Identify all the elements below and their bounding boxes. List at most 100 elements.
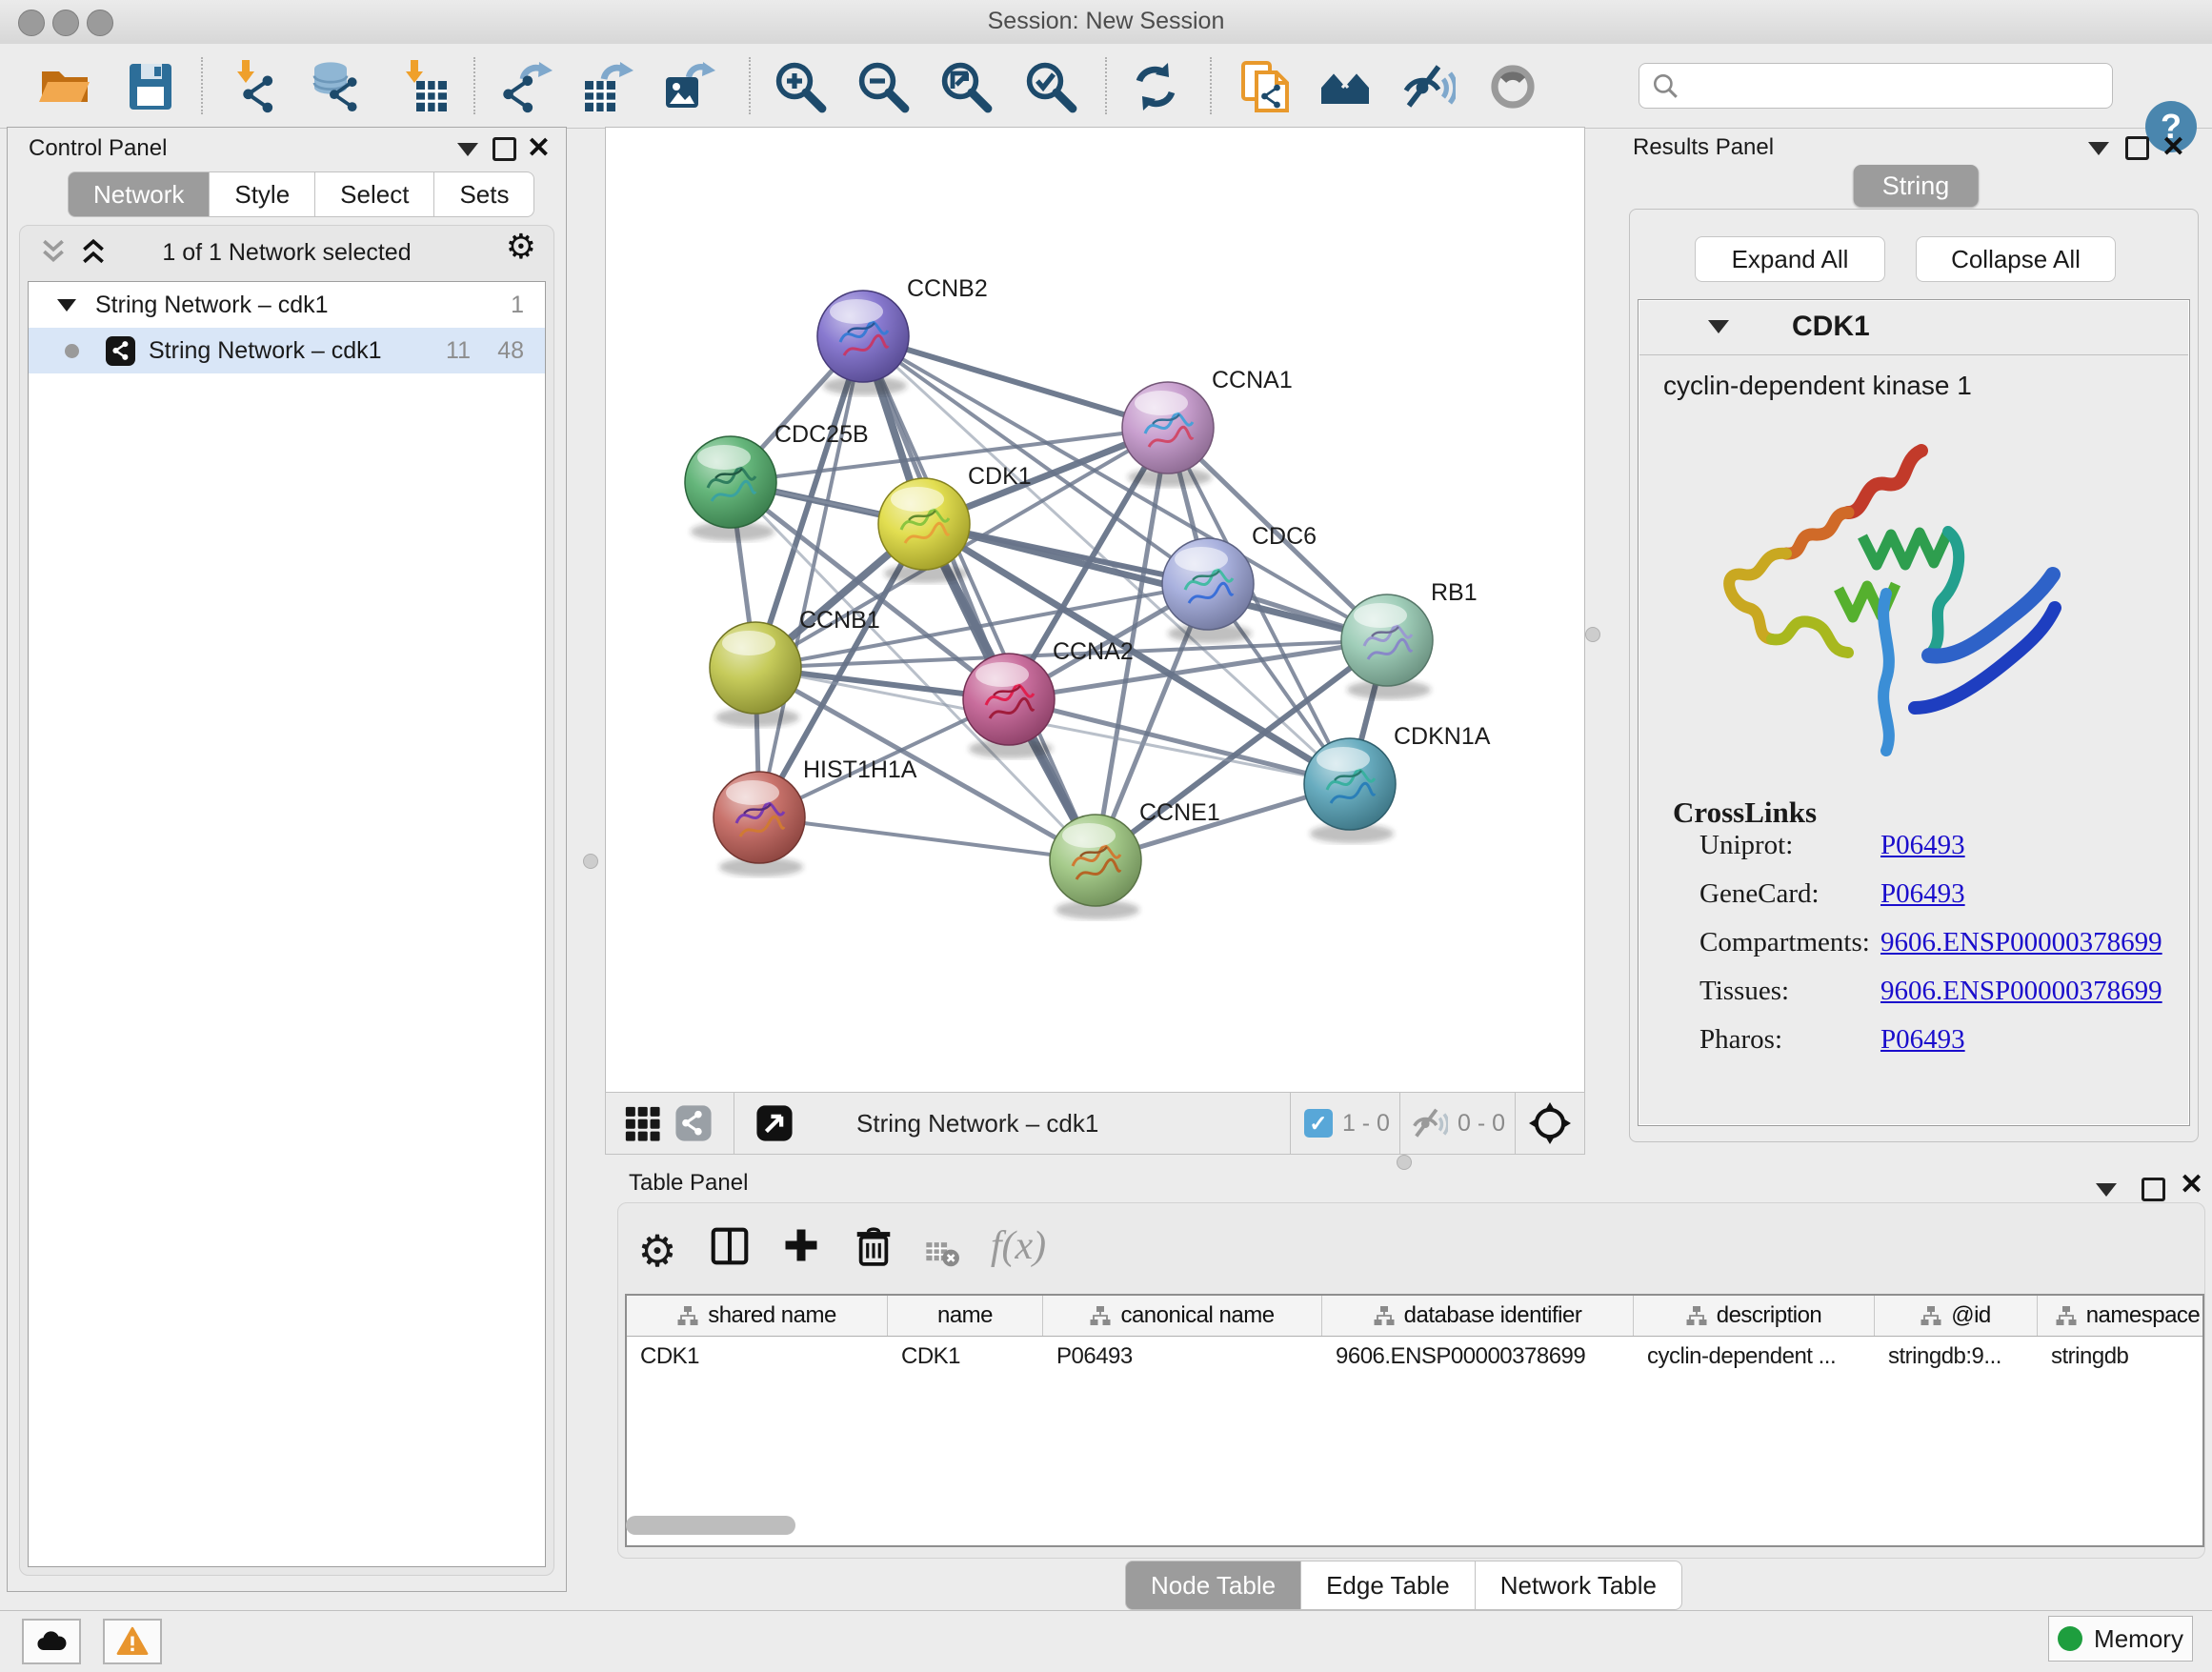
first-neighbors-icon bbox=[1319, 60, 1373, 113]
export-image-button[interactable] bbox=[661, 59, 716, 114]
add-column-icon[interactable] bbox=[781, 1225, 821, 1265]
expand-all-button[interactable]: Expand All bbox=[1695, 236, 1885, 282]
tab-network[interactable]: Network bbox=[68, 171, 210, 217]
network-node-ccne1[interactable] bbox=[1050, 815, 1141, 919]
import-network-from-database-button[interactable] bbox=[311, 59, 366, 114]
table-cell[interactable]: P06493 bbox=[1043, 1343, 1322, 1370]
network-edge[interactable] bbox=[759, 336, 863, 817]
search-box[interactable] bbox=[1639, 63, 2113, 109]
search-input[interactable] bbox=[1687, 67, 2112, 105]
network-node-cdk1[interactable] bbox=[878, 478, 970, 583]
network-row[interactable]: String Network – cdk1 11 48 bbox=[29, 328, 545, 373]
network-edge[interactable] bbox=[863, 336, 1168, 428]
network-options-gear-icon[interactable]: ⚙ bbox=[506, 228, 536, 267]
network-node-cdc25b[interactable] bbox=[685, 436, 776, 541]
table-settings-gear-icon[interactable]: ⚙ bbox=[637, 1225, 676, 1277]
import-network-from-file-button[interactable] bbox=[230, 59, 285, 114]
crosslink-row: Tissues: 9606.ENSP00000378699 bbox=[1639, 976, 2189, 1024]
table-horizontal-scrollbar[interactable] bbox=[626, 1516, 795, 1535]
table-close-icon[interactable]: ✕ bbox=[2180, 1174, 2203, 1197]
network-node-ccnb2[interactable] bbox=[817, 291, 909, 395]
new-network-from-selection-button[interactable] bbox=[1239, 59, 1295, 114]
selected-checkbox-icon[interactable]: ✓ bbox=[1304, 1109, 1333, 1138]
table-menu-icon[interactable] bbox=[2096, 1183, 2117, 1197]
node-table[interactable]: shared namenamecanonical namedatabase id… bbox=[625, 1294, 2204, 1547]
crosslink-link[interactable]: P06493 bbox=[1880, 830, 1965, 861]
export-network-button[interactable] bbox=[499, 59, 554, 114]
panel-menu-icon[interactable] bbox=[457, 143, 478, 156]
table-cell[interactable]: 9606.ENSP00000378699 bbox=[1322, 1343, 1634, 1370]
table-cell[interactable]: cyclin-dependent ... bbox=[1634, 1343, 1875, 1370]
crosslink-link[interactable]: 9606.ENSP00000378699 bbox=[1880, 976, 2162, 1007]
right-splitter-handle[interactable] bbox=[1585, 627, 1600, 642]
open-session-button[interactable] bbox=[37, 59, 92, 114]
node-label-ccna2: CCNA2 bbox=[1053, 638, 1134, 665]
collapse-all-button[interactable]: Collapse All bbox=[1916, 236, 2116, 282]
column-header--id[interactable]: @id bbox=[1875, 1296, 2038, 1336]
column-header-description[interactable]: description bbox=[1634, 1296, 1875, 1336]
memory-button[interactable]: Memory bbox=[2048, 1616, 2193, 1662]
birds-eye-view-icon[interactable] bbox=[1529, 1102, 1571, 1144]
table-cell[interactable]: stringdb:9... bbox=[1875, 1343, 2038, 1370]
first-neighbors-button[interactable] bbox=[1318, 59, 1374, 114]
zoom-in-button[interactable] bbox=[773, 59, 828, 114]
results-menu-icon[interactable] bbox=[2088, 142, 2109, 155]
import-table-from-file-button[interactable] bbox=[398, 59, 453, 114]
column-header-canonical-name[interactable]: canonical name bbox=[1043, 1296, 1322, 1336]
left-splitter-handle[interactable] bbox=[583, 854, 598, 869]
network-edge[interactable] bbox=[759, 817, 1096, 860]
collection-expander-icon[interactable] bbox=[57, 299, 76, 312]
network-node-cdkn1a[interactable] bbox=[1304, 738, 1396, 843]
apply-preferred-layout-button[interactable] bbox=[1128, 59, 1183, 114]
network-collection-row[interactable]: String Network – cdk1 1 bbox=[29, 282, 545, 328]
column-header-name[interactable]: name bbox=[888, 1296, 1043, 1336]
column-header-database-identifier[interactable]: database identifier bbox=[1322, 1296, 1634, 1336]
zoom-out-button[interactable] bbox=[855, 59, 911, 114]
results-close-icon[interactable]: ✕ bbox=[2162, 136, 2185, 159]
table-cell[interactable]: CDK1 bbox=[627, 1343, 888, 1370]
panel-close-icon[interactable]: ✕ bbox=[527, 137, 551, 160]
crosslink-link[interactable]: P06493 bbox=[1880, 878, 1965, 910]
network-node-ccna1[interactable] bbox=[1122, 382, 1214, 487]
results-float-icon[interactable] bbox=[2125, 136, 2149, 160]
column-header-shared-name[interactable]: shared name bbox=[627, 1296, 888, 1336]
zoom-fit-content-button[interactable] bbox=[938, 59, 994, 114]
tab-node-table[interactable]: Node Table bbox=[1125, 1561, 1301, 1610]
table-float-icon[interactable] bbox=[2142, 1178, 2165, 1201]
network-node-cdc6[interactable] bbox=[1162, 538, 1254, 643]
network-canvas[interactable]: CCNB2CCNA1CDC25BCDK1CDC6RB1CCNB1CCNA2CDK… bbox=[605, 127, 1585, 1093]
show-columns-icon[interactable] bbox=[709, 1225, 751, 1267]
network-node-ccna2[interactable] bbox=[963, 654, 1055, 758]
save-session-button[interactable] bbox=[123, 59, 178, 114]
detach-view-icon[interactable] bbox=[755, 1104, 794, 1142]
network-node-hist1h1a[interactable] bbox=[714, 772, 805, 876]
delete-column-icon[interactable] bbox=[853, 1225, 895, 1267]
export-table-button[interactable] bbox=[580, 59, 635, 114]
tab-edge-table[interactable]: Edge Table bbox=[1300, 1561, 1476, 1610]
grid-view-icon[interactable] bbox=[623, 1104, 661, 1142]
warnings-button[interactable] bbox=[103, 1619, 162, 1664]
tab-string[interactable]: String bbox=[1854, 165, 1979, 207]
hide-selected-button[interactable] bbox=[1401, 59, 1457, 114]
horizontal-splitter-handle[interactable] bbox=[1397, 1155, 1412, 1170]
tab-select[interactable]: Select bbox=[314, 171, 434, 217]
crosslink-link[interactable]: 9606.ENSP00000378699 bbox=[1880, 927, 2162, 958]
table-row[interactable]: CDK1CDK1P064939606.ENSP00000378699cyclin… bbox=[627, 1337, 2202, 1377]
cloud-status-button[interactable] bbox=[22, 1619, 81, 1664]
show-all-button[interactable] bbox=[1485, 59, 1540, 114]
network-selector-bar: 1 of 1 Network selected ⚙ bbox=[20, 226, 553, 279]
zoom-selected-button[interactable] bbox=[1023, 59, 1078, 114]
column-header-namespace[interactable]: namespace bbox=[2038, 1296, 2204, 1336]
gene-header[interactable]: CDK1 bbox=[1639, 301, 2188, 355]
table-cell[interactable]: CDK1 bbox=[888, 1343, 1043, 1370]
tab-network-table[interactable]: Network Table bbox=[1475, 1561, 1682, 1610]
gene-expander-icon[interactable] bbox=[1708, 320, 1729, 333]
crosslink-link[interactable]: P06493 bbox=[1880, 1024, 1965, 1056]
table-cell[interactable]: stringdb bbox=[2038, 1343, 2204, 1370]
network-node-ccnb1[interactable] bbox=[710, 622, 801, 727]
network-node-rb1[interactable] bbox=[1341, 594, 1433, 699]
panel-float-icon[interactable] bbox=[493, 137, 516, 161]
tab-style[interactable]: Style bbox=[209, 171, 315, 217]
tab-sets[interactable]: Sets bbox=[433, 171, 534, 217]
network-type-icon[interactable] bbox=[674, 1104, 713, 1142]
